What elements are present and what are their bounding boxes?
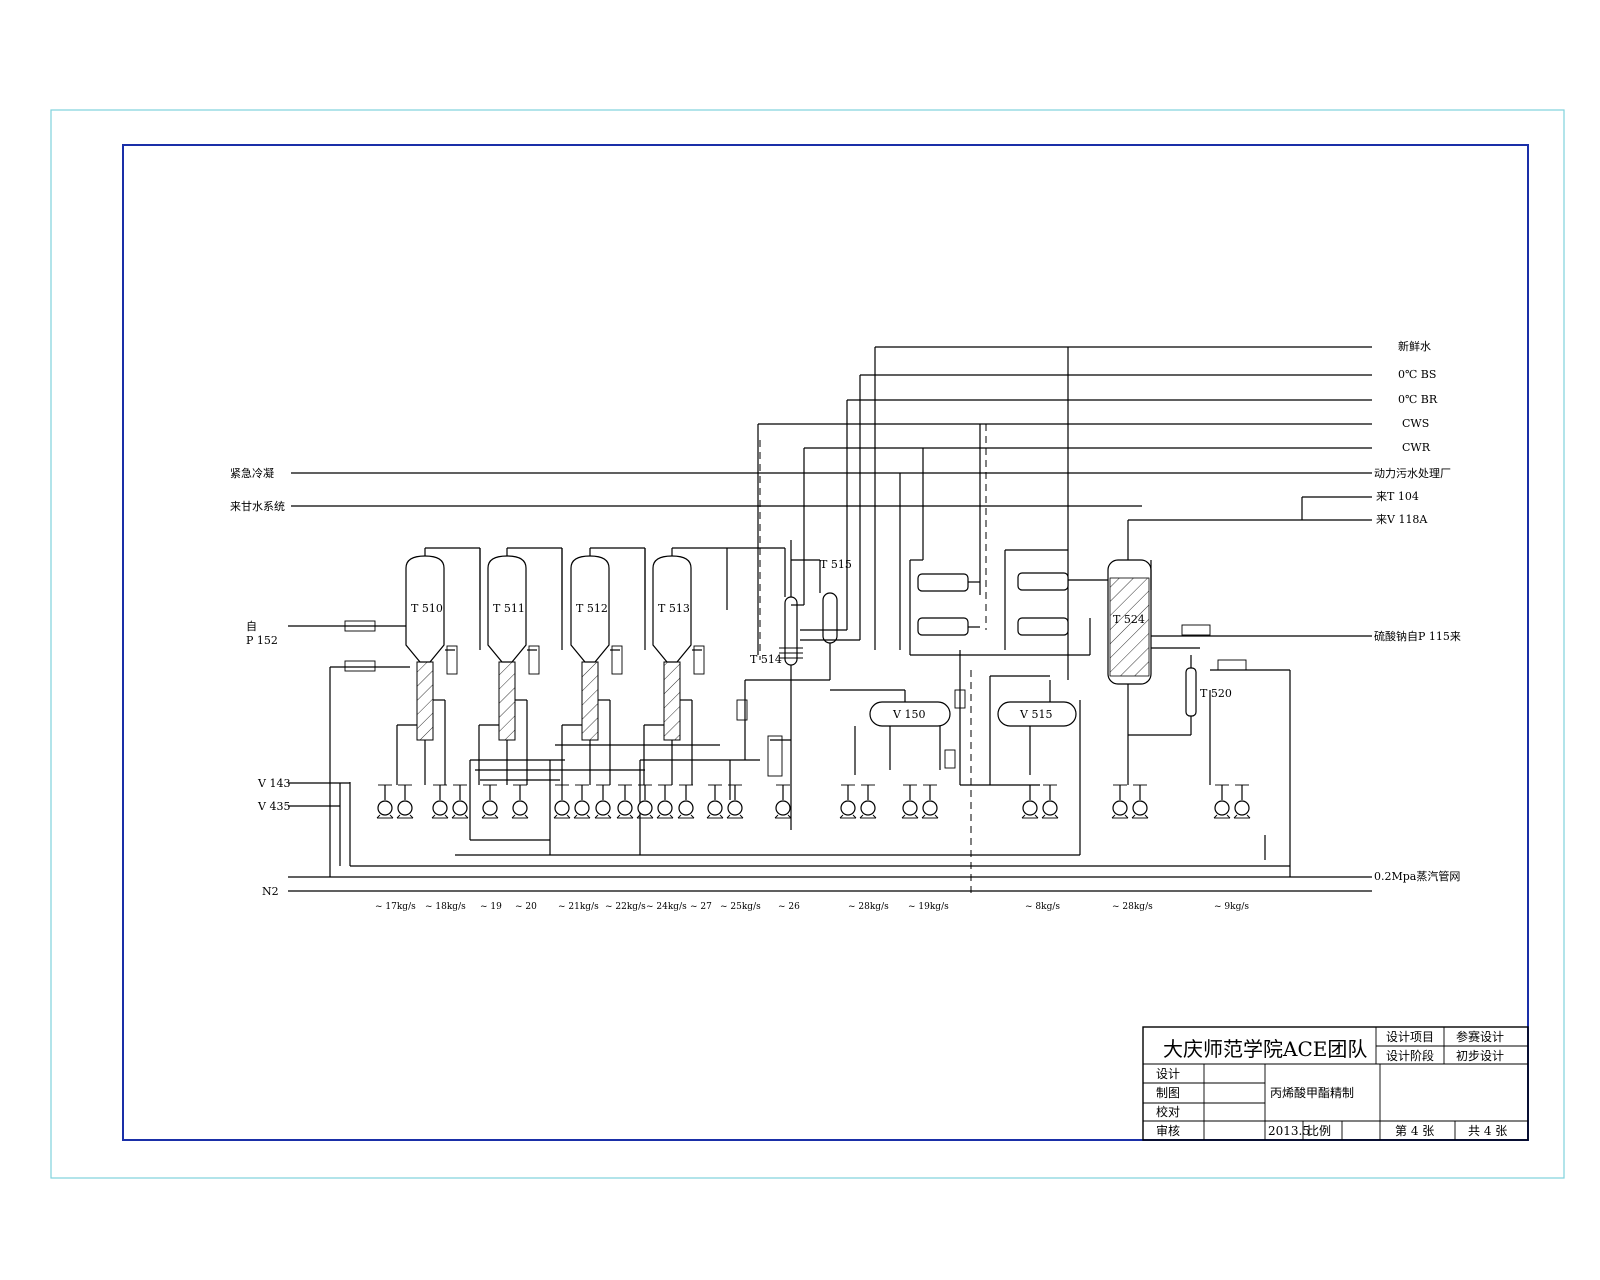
v515-label: V 515: [1019, 708, 1052, 721]
column-t511: T 511: [478, 547, 563, 785]
flow-label-4: ~ 20: [515, 902, 537, 912]
flow-label-14: ~ 28kg/s: [1112, 902, 1153, 912]
right-stream-7: 来T 104: [1376, 490, 1419, 503]
outer-sheet-border: [50, 109, 1565, 1179]
pump-5: [481, 784, 499, 819]
flow-label-5: ~ 21kg/s: [558, 902, 599, 912]
t520-label: T 520: [1200, 687, 1232, 700]
recycle-label: 来甘水系统: [230, 500, 285, 513]
n2-label: N2: [262, 885, 279, 898]
right-stream-6: 动力污水处理厂: [1374, 467, 1451, 480]
right-stream-5: CWR: [1402, 441, 1431, 454]
pump-7: [553, 784, 571, 819]
v435-label: V 435: [257, 800, 290, 813]
pump-14: [706, 784, 724, 819]
project-label: 设计项目: [1386, 1030, 1434, 1044]
check-label: 校对: [1156, 1104, 1180, 1119]
t524-label: T 524: [1113, 613, 1145, 626]
flow-label-2: ~ 18kg/s: [425, 902, 466, 912]
pump-13: [677, 784, 695, 819]
pump-3: [431, 784, 449, 819]
project-value: 参赛设计: [1456, 1029, 1504, 1044]
pump-1: [376, 784, 394, 819]
drawing-title: 丙烯酸甲酯精制: [1270, 1085, 1354, 1100]
flow-label-13: ~ 8kg/s: [1025, 902, 1060, 912]
right-stream-2: 0℃ BS: [1398, 368, 1436, 381]
right-stream-3: 0℃ BR: [1398, 393, 1438, 406]
flow-label-8: ~ 27: [690, 902, 712, 912]
pump-21: [1021, 784, 1039, 819]
flow-label-9: ~ 25kg/s: [720, 902, 761, 912]
flow-label-1: ~ 17kg/s: [375, 902, 416, 912]
flow-label-12: ~ 19kg/s: [908, 902, 949, 912]
feed-line: [288, 620, 420, 672]
from-label: 自: [246, 620, 257, 633]
flow-label-7: ~ 24kg/s: [646, 902, 687, 912]
pump-10: [616, 784, 634, 819]
pump-16: [774, 784, 792, 819]
flow-label-11: ~ 28kg/s: [848, 902, 889, 912]
pump-24: [1131, 784, 1149, 819]
t514-t515-group: T 515 T 514: [736, 540, 860, 830]
pump-12: [656, 784, 674, 819]
pump-23: [1111, 784, 1129, 819]
column-t513: T 513: [643, 547, 728, 785]
t511-label: T 511: [493, 602, 525, 615]
v143-label: V 143: [257, 777, 290, 790]
pump-17: [839, 784, 857, 819]
review-label: 审核: [1156, 1123, 1180, 1138]
pumps: [376, 784, 1251, 819]
t514-label: T 514: [750, 653, 782, 666]
draw-label: 制图: [1156, 1086, 1180, 1100]
flow-label-3: ~ 19: [480, 902, 502, 912]
reflux-drums: V 150 V 515: [830, 650, 1077, 786]
pump-22: [1041, 784, 1059, 819]
t515-label: T 515: [820, 558, 852, 571]
t513-label: T 513: [658, 602, 690, 615]
sheet-number: 第 4 张: [1395, 1124, 1434, 1138]
pump-4: [451, 784, 469, 819]
flow-label-6: ~ 22kg/s: [605, 902, 646, 912]
right-labels: 新鲜水 0℃ BS 0℃ BR CWS CWR 动力污水处理厂来T 104 来V 118A 硫…: [1374, 339, 1461, 883]
left-labels: 紧急冷凝 来甘水系统 自 P 152 V 143 V 435 N2: [230, 466, 290, 898]
scale-label: 比例: [1307, 1124, 1331, 1138]
flow-label-10: ~ 26: [778, 902, 800, 912]
column-t512: T 512: [561, 547, 646, 785]
pump-19: [901, 784, 919, 819]
condensers: [899, 473, 1128, 656]
t512-label: T 512: [576, 602, 608, 615]
total-sheets: 共 4 张: [1468, 1124, 1507, 1138]
right-stream-1: 新鲜水: [1398, 339, 1431, 353]
pump-6: [511, 784, 529, 819]
v150-label: V 150: [892, 708, 925, 721]
title-block: 大庆师范学院ACE团队 设计项目 参赛设计 设计阶段 初步设计 设计 制图 校对…: [1142, 1026, 1529, 1141]
design-label: 设计: [1156, 1067, 1180, 1081]
flow-labels: ~ 17kg/s ~ 18kg/s ~ 19 ~ 20 ~ 21kg/s ~ 22kg/s…: [375, 902, 1249, 912]
stage-label: 设计阶段: [1386, 1048, 1434, 1063]
pump-18: [859, 784, 877, 819]
flow-label-15: ~ 9kg/s: [1214, 902, 1249, 912]
stage-value: 初步设计: [1456, 1049, 1504, 1063]
pump-20: [921, 784, 939, 819]
pump-26: [1233, 784, 1251, 819]
emergency-label: 紧急冷凝: [230, 466, 274, 480]
right-stream-8: 来V 118A: [1376, 513, 1428, 526]
inner-drawing-border: [122, 144, 1529, 1141]
right-stream-10: 0.2Mpa蒸汽管网: [1374, 869, 1460, 883]
organization-name: 大庆师范学院ACE团队: [1163, 1037, 1367, 1061]
right-stream-9: 硫酸钠自P 115来: [1374, 629, 1461, 643]
pump-9: [594, 784, 612, 819]
p152-label: P 152: [246, 634, 278, 647]
pump-8: [573, 784, 591, 819]
pump-25: [1213, 784, 1231, 819]
process-flow-diagram: T 510 T 511 T 512 T 513 T 515 T 514 V 15…: [50, 109, 1565, 1179]
date-value: 2013.5: [1268, 1124, 1310, 1138]
right-stream-4: CWS: [1402, 417, 1429, 430]
pump-2: [396, 784, 414, 819]
t510-label: T 510: [411, 602, 443, 615]
